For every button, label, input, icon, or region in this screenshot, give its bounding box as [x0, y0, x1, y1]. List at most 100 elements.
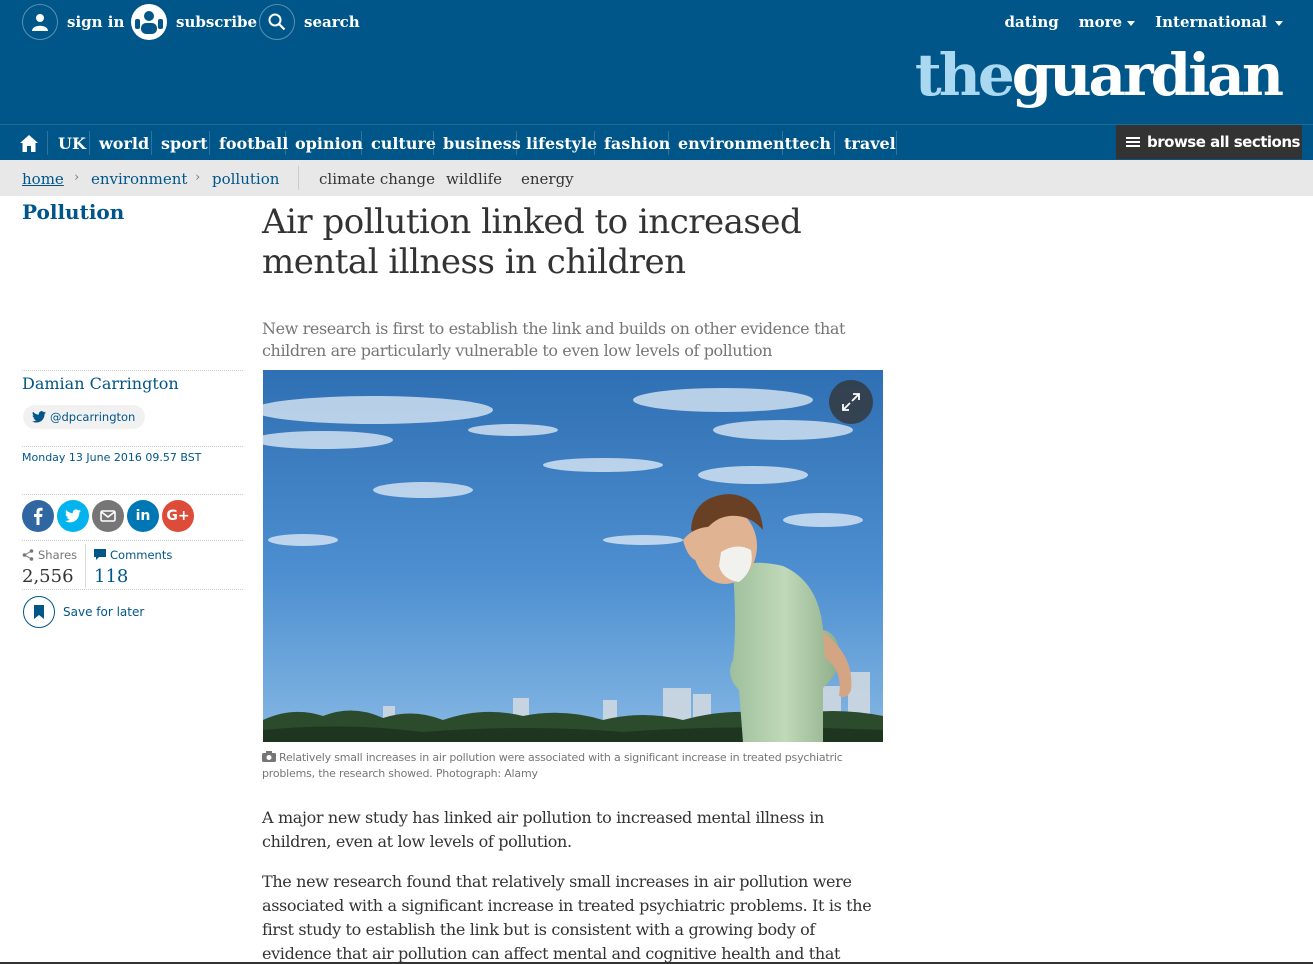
nav-divider: [896, 131, 897, 155]
nav-item-opinion[interactable]: opinion: [295, 125, 363, 161]
comment-icon: [94, 549, 106, 560]
nav-divider: [89, 131, 90, 155]
sign-in-label: sign in: [67, 13, 125, 31]
nav-divider: [834, 131, 835, 155]
share-icon: [22, 549, 34, 561]
menu-icon: [1126, 137, 1140, 147]
twitter-icon: [32, 411, 46, 423]
twitter-icon[interactable]: [57, 500, 89, 532]
linkedin-icon[interactable]: in: [127, 500, 159, 532]
shares-label-text: Shares: [38, 548, 78, 562]
section-label[interactable]: Pollution: [22, 200, 124, 224]
search-link[interactable]: search: [259, 4, 360, 40]
browse-all-sections-button[interactable]: browse all sections: [1116, 125, 1302, 159]
nav-item-fashion[interactable]: fashion: [604, 125, 670, 161]
nav-divider: [594, 131, 595, 155]
section-nav: UK world sport football opinion culture …: [0, 124, 1313, 160]
user-icon: [22, 4, 58, 40]
guardian-g-icon: [131, 4, 167, 40]
expand-image-button[interactable]: [829, 380, 873, 424]
comments-label-text: Comments: [110, 548, 173, 562]
divider: [22, 589, 243, 590]
google-plus-icon[interactable]: G+: [162, 500, 194, 532]
search-icon: [259, 4, 295, 40]
nav-item-uk[interactable]: UK: [58, 125, 86, 161]
comments-count[interactable]: 118: [94, 566, 128, 587]
chevron-right-icon: ›: [195, 170, 201, 185]
guardian-logo[interactable]: theguardian: [914, 40, 1284, 110]
twitter-handle-badge[interactable]: @dpcarrington: [23, 405, 146, 429]
more-label: more: [1078, 13, 1123, 31]
subscribe-link[interactable]: subscribe: [131, 4, 257, 40]
keyword-energy[interactable]: energy: [521, 170, 574, 188]
dating-link[interactable]: dating: [1005, 13, 1059, 31]
header-right-links: dating more International: [1005, 13, 1283, 31]
nav-divider: [361, 131, 362, 155]
breadcrumb-home[interactable]: home: [22, 170, 64, 188]
camera-icon: [262, 751, 276, 762]
search-label: search: [304, 13, 360, 31]
stat-divider: [85, 544, 86, 588]
nav-item-culture[interactable]: culture: [371, 125, 436, 161]
hero-image[interactable]: [263, 370, 883, 742]
nav-item-tech[interactable]: tech: [792, 125, 831, 161]
home-icon[interactable]: [20, 135, 38, 156]
keyword-climate-change[interactable]: climate change: [319, 170, 435, 188]
nav-divider: [47, 131, 48, 155]
body-paragraph: A major new study has linked air polluti…: [262, 808, 824, 851]
divider: [22, 494, 243, 495]
save-for-later-label: Save for later: [63, 605, 145, 619]
nav-item-environment[interactable]: environment: [678, 125, 792, 161]
comments-link[interactable]: Comments: [94, 548, 172, 562]
bookmark-icon: [23, 596, 55, 628]
body-paragraph: The new research found that relatively s…: [262, 872, 872, 963]
share-buttons: in G+: [22, 500, 194, 532]
breadcrumb-environment[interactable]: environment: [91, 170, 187, 188]
breadcrumb-pollution[interactable]: pollution: [212, 170, 279, 188]
subscribe-label: subscribe: [176, 13, 258, 31]
nav-divider: [285, 131, 286, 155]
nav-divider: [782, 131, 783, 155]
edition-label: International: [1155, 13, 1267, 31]
nav-item-business[interactable]: business: [443, 125, 521, 161]
twitter-handle: @dpcarrington: [50, 410, 136, 424]
chevron-down-icon: [1275, 20, 1283, 26]
article-standfirst: New research is first to establish the l…: [262, 319, 846, 360]
shares-count: 2,556: [22, 566, 74, 587]
nav-item-football[interactable]: football: [219, 125, 288, 161]
browse-label: browse all sections: [1147, 133, 1300, 151]
hero-photo: [263, 370, 883, 742]
nav-item-travel[interactable]: travel: [844, 125, 896, 161]
expand-icon: [842, 393, 860, 411]
nav-divider: [151, 131, 152, 155]
keyword-wildlife[interactable]: wildlife: [446, 170, 502, 188]
nav-divider: [668, 131, 669, 155]
breadcrumb: home › environment › pollution climate c…: [0, 160, 1313, 196]
chevron-down-icon: [1127, 20, 1136, 26]
publication-date: Monday 13 June 2016 09.57 BST: [22, 451, 202, 464]
nav-divider: [516, 131, 517, 155]
chevron-right-icon: ›: [74, 170, 80, 185]
nav-item-lifestyle[interactable]: lifestyle: [526, 125, 597, 161]
save-for-later-button[interactable]: Save for later: [23, 596, 144, 628]
author-byline[interactable]: Damian Carrington: [22, 374, 179, 393]
divider: [22, 446, 243, 447]
article-headline: Air pollution linked to increased mental…: [262, 202, 802, 282]
facebook-icon[interactable]: [22, 500, 54, 532]
divider: [22, 370, 243, 371]
divider: [22, 540, 243, 541]
edition-menu[interactable]: International: [1155, 13, 1283, 31]
nav-item-world[interactable]: world: [99, 125, 149, 161]
nav-divider: [209, 131, 210, 155]
breadcrumb-divider: [298, 166, 299, 190]
email-icon[interactable]: [92, 500, 124, 532]
nav-item-sport[interactable]: sport: [161, 125, 208, 161]
masthead: sign in subscribe search dating more Int…: [0, 0, 1313, 124]
caption-text: Relatively small increases in air pollut…: [262, 751, 843, 780]
shares-label: Shares: [22, 548, 77, 562]
logo-guardian: guardian: [1011, 41, 1284, 109]
logo-the: the: [914, 41, 1015, 109]
nav-divider: [433, 131, 434, 155]
sign-in-link[interactable]: sign in: [22, 4, 124, 40]
more-menu[interactable]: more: [1078, 13, 1136, 31]
